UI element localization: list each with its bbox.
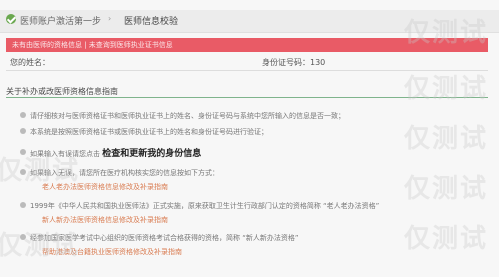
step-two-label: 医师信息校验 bbox=[124, 17, 179, 27]
step-one-label: 医师账户激活第一步 bbox=[20, 17, 102, 27]
watermark: 仅测试 bbox=[404, 18, 489, 48]
bullet bbox=[20, 202, 26, 208]
watermark: 仅测试 bbox=[404, 174, 489, 204]
check-icon bbox=[6, 14, 16, 24]
name-row: 您的姓名： bbox=[10, 57, 50, 68]
bullet bbox=[20, 128, 26, 134]
guide-link-new[interactable]: 新人新办法医师资格信息修改及补录指南 bbox=[42, 215, 168, 225]
para-2: 本系统是按照医师资格证书或医师执业证书上的姓名和身份证号码进行验证； bbox=[30, 128, 268, 136]
arrow-icon: › bbox=[108, 14, 112, 23]
watermark: 仅测试 bbox=[0, 156, 81, 186]
page-panel: 医师账户激活第一步 › 医师信息校验 未有由医师的资格信息 | 未查询到医师执业… bbox=[0, 0, 499, 277]
check-update-link[interactable]: 检查和更新我的身份信息 bbox=[102, 149, 201, 159]
watermark: 仅测试 bbox=[0, 231, 81, 261]
para-1: 请仔细核对与医师资格证书和医师执业证书上的姓名、身份证号码与系统中您所输入的信息… bbox=[30, 112, 345, 120]
id-label: 身份证号码：130 bbox=[262, 58, 326, 67]
name-label: 您的姓名： bbox=[10, 58, 50, 67]
watermark: 仅测试 bbox=[404, 224, 489, 254]
watermark: 仅测试 bbox=[404, 74, 489, 104]
section-title: 关于补办或改医师资格信息指南 bbox=[6, 87, 118, 96]
bullet bbox=[20, 112, 26, 118]
para-5: 1999年《中华人民共和国执业医师法》正式实施，原来获取卫生计生行政部门认定的资… bbox=[30, 202, 380, 210]
watermark: 仅测试 bbox=[404, 124, 489, 154]
id-row: 身份证号码：130 bbox=[262, 57, 325, 68]
